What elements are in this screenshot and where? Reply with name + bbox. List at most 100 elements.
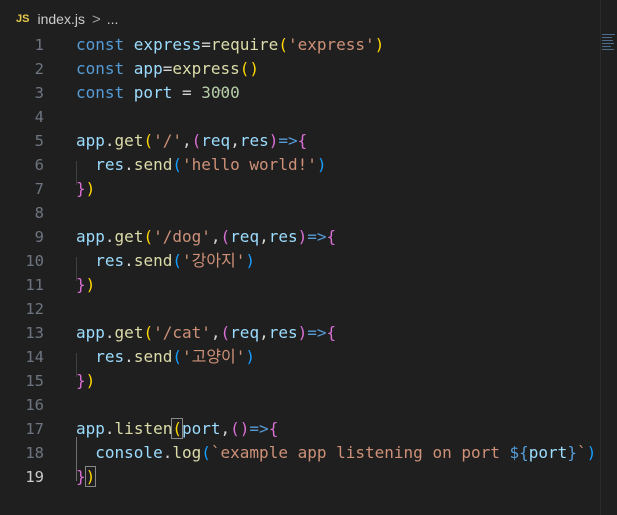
code-line[interactable]: 9 app.get('/dog',(req,res)=>{ bbox=[0, 225, 600, 249]
code-token: const bbox=[76, 59, 134, 78]
code-token: ) bbox=[297, 227, 308, 246]
code-token: . bbox=[124, 251, 134, 270]
code-line[interactable]: 6 res.send('hello world!') bbox=[0, 153, 600, 177]
code-token: const bbox=[76, 83, 134, 102]
code-text: app.get('/',(req,res)=>{ bbox=[76, 129, 307, 153]
code-text: }) bbox=[76, 369, 95, 393]
code-line[interactable]: 17 app.listen(port,()=>{ bbox=[0, 417, 600, 441]
code-token: ) bbox=[85, 371, 96, 390]
code-token: => bbox=[307, 227, 327, 246]
minimap[interactable] bbox=[602, 34, 617, 74]
minimap-line bbox=[602, 40, 613, 41]
code-token: ( bbox=[143, 131, 154, 150]
code-token: => bbox=[278, 131, 298, 150]
code-line[interactable]: 19}) bbox=[0, 465, 600, 489]
code-token: . bbox=[104, 419, 115, 438]
minimap-line bbox=[602, 49, 614, 50]
code-line[interactable]: 8 bbox=[0, 201, 600, 225]
line-number: 12 bbox=[25, 300, 44, 318]
line-number: 15 bbox=[25, 372, 44, 390]
code-token: send bbox=[133, 155, 173, 174]
code-token: { bbox=[326, 323, 337, 342]
code-token: . bbox=[124, 155, 134, 174]
code-token: ${ bbox=[509, 443, 529, 462]
code-text: }) bbox=[76, 177, 95, 201]
code-token: . bbox=[104, 131, 115, 150]
code-line[interactable]: 16 bbox=[0, 393, 600, 417]
breadcrumb-file[interactable]: index.js bbox=[37, 11, 84, 27]
code-text: }) bbox=[76, 273, 95, 297]
line-number: 17 bbox=[25, 420, 44, 438]
code-token: ( bbox=[278, 35, 288, 54]
code-token: port bbox=[133, 83, 173, 102]
code-line[interactable]: 7}) bbox=[0, 177, 600, 201]
code-token: ( bbox=[191, 131, 202, 150]
code-token: => bbox=[307, 323, 327, 342]
code-token: ` bbox=[576, 443, 587, 462]
breadcrumb-symbols[interactable]: ... bbox=[107, 11, 119, 27]
code-token: = bbox=[201, 35, 211, 54]
matched-bracket: ( bbox=[171, 418, 183, 439]
code-token: ( bbox=[172, 155, 182, 174]
code-line[interactable]: 13 app.get('/cat',(req,res)=>{ bbox=[0, 321, 600, 345]
code-token: res bbox=[268, 227, 298, 246]
code-token: ( bbox=[172, 251, 182, 270]
code-text: const port = 3000 bbox=[76, 81, 240, 105]
code-token: listen bbox=[114, 419, 173, 438]
code-token: () bbox=[230, 419, 250, 438]
code-text: app.get('/cat',(req,res)=>{ bbox=[76, 321, 336, 345]
code-line[interactable]: 3 const port = 3000 bbox=[0, 81, 600, 105]
code-token: app bbox=[76, 227, 105, 246]
code-token: } bbox=[76, 275, 86, 294]
code-line[interactable]: 12 bbox=[0, 297, 600, 321]
code-token: ) bbox=[245, 347, 256, 366]
code-line[interactable]: 1 const express=require('express') bbox=[0, 33, 600, 57]
code-token: require bbox=[210, 35, 279, 54]
code-token: get bbox=[114, 131, 144, 150]
code-token: ( bbox=[143, 227, 154, 246]
code-token: res bbox=[239, 131, 269, 150]
code-text: app.listen(port,()=>{ bbox=[76, 417, 278, 441]
code-token: 3000 bbox=[201, 83, 240, 102]
code-token: console bbox=[76, 443, 163, 462]
code-line[interactable]: 18 console.log(`example app listening on… bbox=[0, 441, 600, 465]
code-token: send bbox=[133, 251, 173, 270]
code-token: express bbox=[133, 35, 202, 54]
code-token: ) bbox=[374, 35, 385, 54]
code-token: ) bbox=[85, 275, 96, 294]
code-line[interactable]: 14 res.send('고양이') bbox=[0, 345, 600, 369]
code-token: res bbox=[76, 155, 125, 174]
code-line[interactable]: 4 bbox=[0, 105, 600, 129]
code-token: express bbox=[172, 59, 240, 78]
code-text: console.log(`example app listening on po… bbox=[76, 441, 596, 465]
minimap-line bbox=[602, 46, 611, 47]
code-token: { bbox=[326, 227, 337, 246]
code-token: app bbox=[76, 131, 105, 150]
code-line[interactable]: 15}) bbox=[0, 369, 600, 393]
code-text: const app=express() bbox=[76, 57, 259, 81]
code-token: get bbox=[114, 323, 144, 342]
line-number: 3 bbox=[34, 84, 44, 102]
code-token: . bbox=[104, 227, 115, 246]
code-line[interactable]: 10 res.send('강아지') bbox=[0, 249, 600, 273]
line-number: 19 bbox=[25, 468, 44, 486]
code-token: res bbox=[76, 347, 125, 366]
code-token: . bbox=[104, 323, 115, 342]
code-text: res.send('고양이') bbox=[76, 345, 255, 369]
code-token: , bbox=[182, 131, 192, 150]
line-number: 14 bbox=[25, 348, 44, 366]
code-editor[interactable]: ... 1 const express=require('express') 2 co… bbox=[0, 33, 600, 515]
code-token: = bbox=[162, 59, 173, 78]
code-token: ( bbox=[172, 347, 182, 366]
code-line[interactable]: 2 const app=express() bbox=[0, 57, 600, 81]
code-text: res.send('강아지') bbox=[76, 249, 255, 273]
code-line[interactable]: 11}) bbox=[0, 273, 600, 297]
matched-bracket: ) bbox=[84, 466, 97, 487]
line-number: 4 bbox=[34, 108, 44, 126]
chevron-right-icon: > bbox=[91, 10, 101, 28]
code-token: ( bbox=[220, 227, 231, 246]
code-token: const bbox=[76, 35, 134, 54]
code-token: , bbox=[210, 227, 221, 246]
code-line[interactable]: 5 app.get('/',(req,res)=>{ bbox=[0, 129, 600, 153]
code-token: , bbox=[220, 419, 231, 438]
